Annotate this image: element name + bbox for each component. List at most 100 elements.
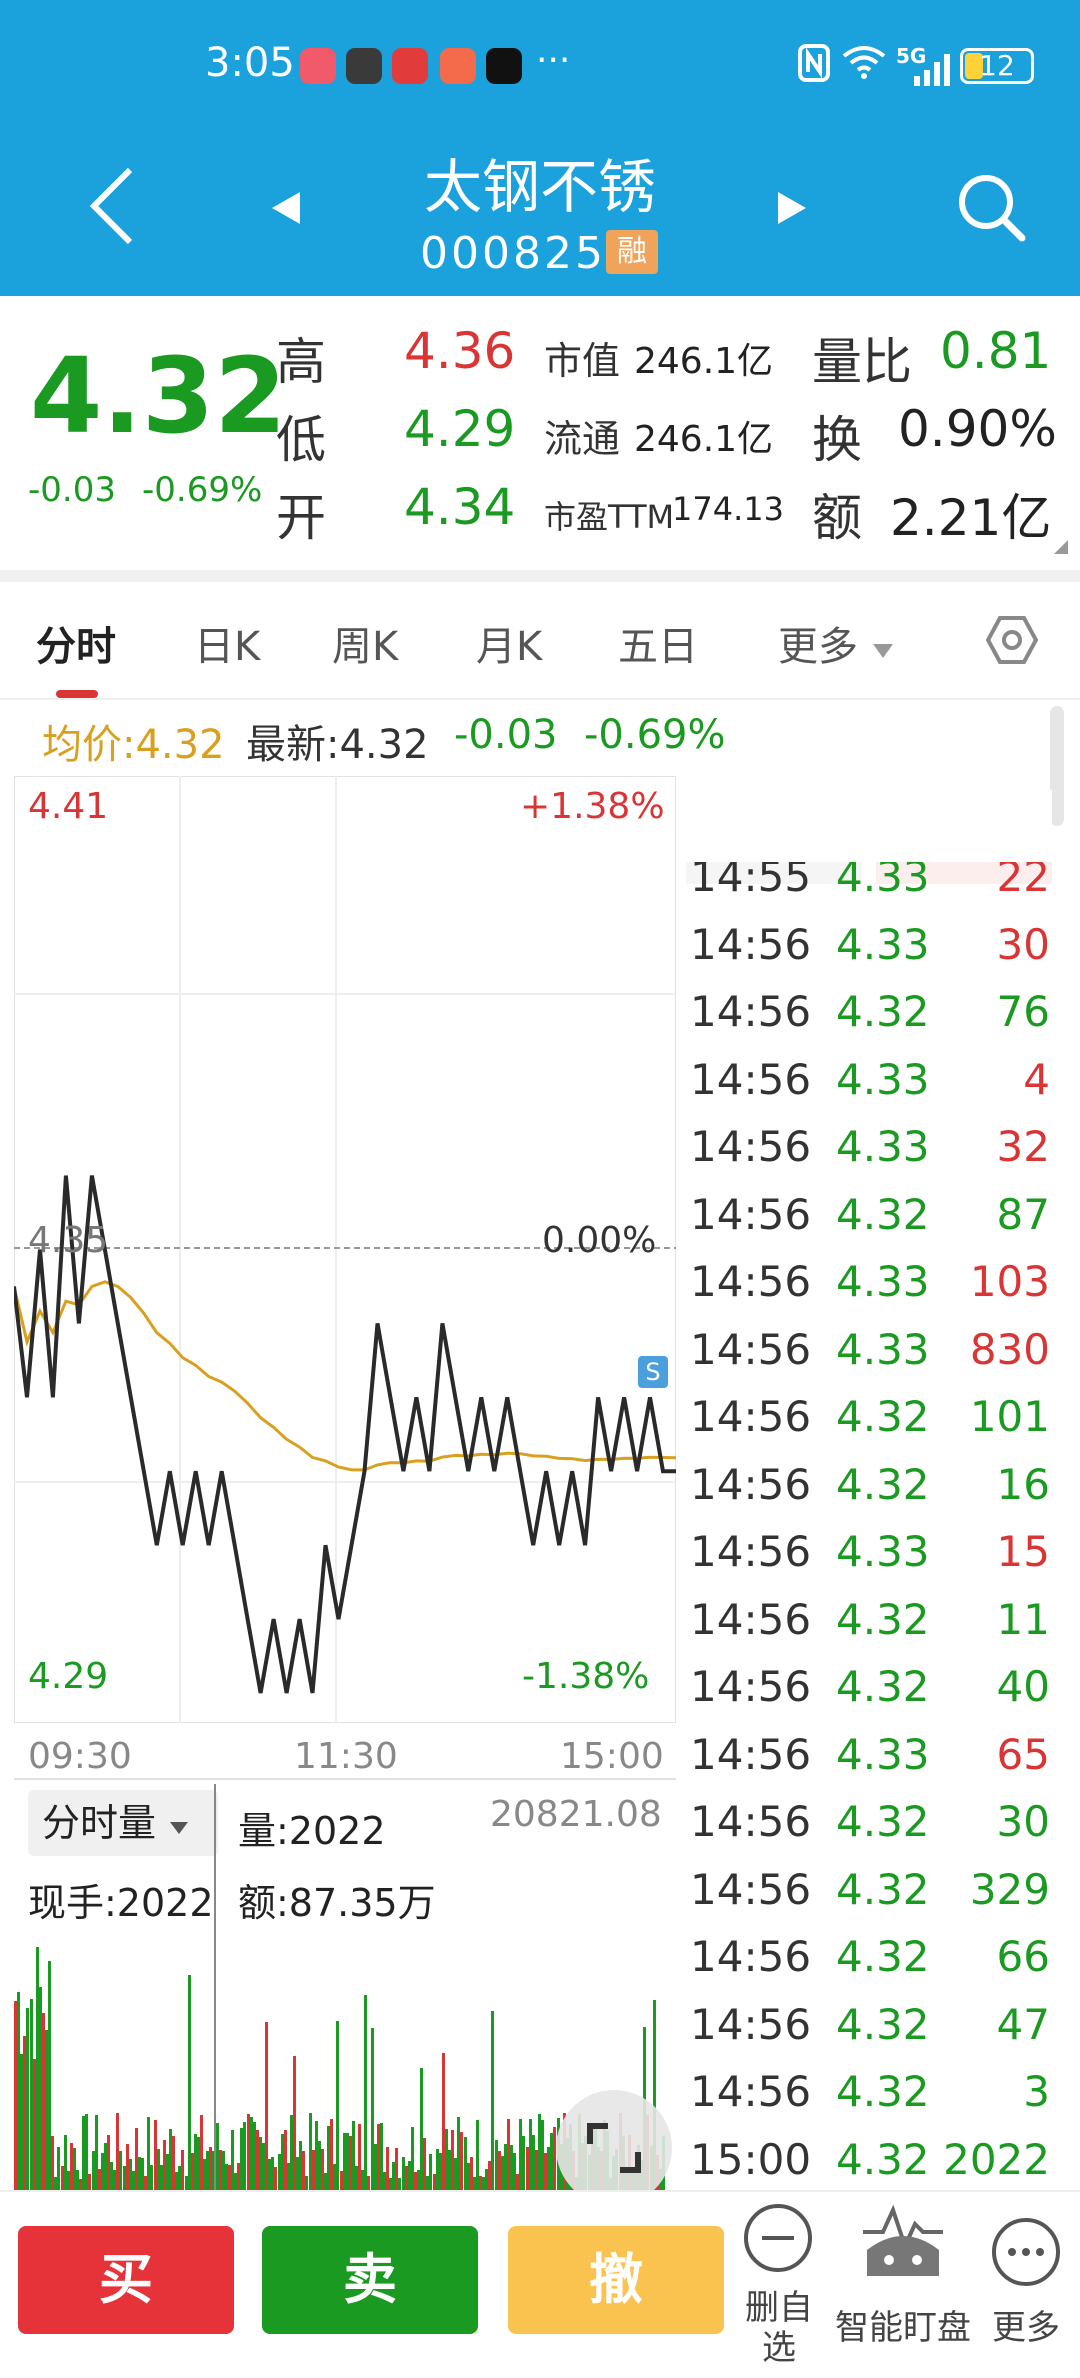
trade-volume: 40 xyxy=(996,1662,1050,1711)
trade-price: 4.32 xyxy=(836,1392,930,1441)
trade-time: 14:56 xyxy=(690,1054,812,1104)
trade-time: 14:56 xyxy=(690,1662,812,1711)
trade-time: 14:56 xyxy=(690,1189,812,1239)
sell-button[interactable]: 卖 xyxy=(262,2226,478,2334)
current-amount: 额:87.35万 xyxy=(238,1881,436,1925)
trade-detail-row: 14:56 4.33 103 xyxy=(690,1257,1050,1325)
trade-detail-row: 14:56 4.33 30 xyxy=(690,920,1050,988)
more-dots-icon xyxy=(992,2218,1060,2286)
trade-volume: 76 xyxy=(996,987,1050,1036)
trade-price: 4.32 xyxy=(836,1662,930,1711)
buy-button[interactable]: 买 xyxy=(18,2226,234,2334)
trade-volume: 11 xyxy=(996,1594,1050,1644)
volume-indicator-selector[interactable]: 分时量 xyxy=(28,1790,218,1856)
trade-detail-row: 14:56 4.33 15 xyxy=(690,1527,1050,1595)
trade-price: 4.32 xyxy=(836,1594,930,1644)
trade-price: 4.32 xyxy=(836,1864,930,1914)
trade-volume: 30 xyxy=(996,919,1050,969)
trade-detail-row: 14:56 4.32 16 xyxy=(690,1460,1050,1528)
remove-favorite-button[interactable]: 删自选 xyxy=(730,2202,828,2372)
trade-volume: 101 xyxy=(969,1392,1050,1441)
trade-price: 4.32 xyxy=(836,1932,930,1981)
trade-price: 4.33 xyxy=(836,1257,930,1306)
trade-time: 15:00 xyxy=(690,2134,812,2184)
trade-volume: 4 xyxy=(1023,1054,1050,1104)
trade-detail-row: 14:56 4.33 830 xyxy=(690,1325,1050,1393)
trade-detail-row: 14:56 4.32 30 xyxy=(690,1797,1050,1865)
trade-price: 4.33 xyxy=(836,1729,930,1779)
trade-price: 4.32 xyxy=(836,1189,930,1239)
trade-volume: 47 xyxy=(996,1999,1050,2049)
trade-time: 14:56 xyxy=(690,1729,812,1779)
trade-detail-list[interactable]: 14:55 4.33 22 14:56 4.33 30 14:56 4.32 76 14:56 4.… xyxy=(0,0,1080,2190)
trade-price: 4.33 xyxy=(836,1122,930,1171)
trade-detail-row: 14:56 4.32 76 xyxy=(690,987,1050,1055)
triangle-down-icon xyxy=(170,1822,189,1834)
remove-favorite-label: 删自选 xyxy=(745,2288,813,2368)
volume-bar xyxy=(364,1995,368,2190)
trade-detail-row: 14:56 4.32 47 xyxy=(690,2000,1050,2068)
trade-time: 14:56 xyxy=(690,1864,812,1914)
list-clip xyxy=(686,790,1052,862)
trade-time: 14:56 xyxy=(690,1122,812,1171)
trade-time: 14:56 xyxy=(690,1527,812,1576)
trade-time: 14:56 xyxy=(690,1257,812,1306)
trade-price: 4.32 xyxy=(836,1797,930,1846)
trade-time: 14:56 xyxy=(690,1392,812,1441)
trade-time: 14:56 xyxy=(690,919,812,969)
trade-detail-row: 14:56 4.32 66 xyxy=(690,1932,1050,2000)
minus-circle-icon xyxy=(744,2204,812,2272)
trade-volume: 830 xyxy=(969,1324,1050,1374)
trade-volume: 16 xyxy=(996,1459,1050,1509)
volume-max: 20821.08 xyxy=(490,1794,662,1835)
trade-price: 4.32 xyxy=(836,2067,930,2116)
trade-time: 14:56 xyxy=(690,987,812,1036)
trade-price: 4.33 xyxy=(836,1054,930,1104)
trade-time: 14:56 xyxy=(690,1932,812,1981)
robot-icon xyxy=(863,2204,943,2276)
trade-price: 4.32 xyxy=(836,2134,930,2184)
trade-detail-row: 14:56 4.32 87 xyxy=(690,1190,1050,1258)
trade-volume: 30 xyxy=(996,1797,1050,1846)
trade-price: 4.32 xyxy=(836,987,930,1036)
smart-monitor-button[interactable]: 智能盯盘 xyxy=(830,2202,976,2372)
trade-detail-row: 14:56 4.33 32 xyxy=(690,1122,1050,1190)
trade-detail-row: 14:56 4.32 101 xyxy=(690,1392,1050,1460)
more-button[interactable]: 更多 xyxy=(980,2202,1072,2372)
trade-price: 4.33 xyxy=(836,919,930,969)
trade-time: 14:56 xyxy=(690,1797,812,1846)
more-label: 更多 xyxy=(992,2308,1060,2348)
trade-time: 14:56 xyxy=(690,1459,812,1509)
trade-volume: 65 xyxy=(996,1729,1050,1779)
trade-detail-row: 14:56 4.33 65 xyxy=(690,1730,1050,1798)
trade-volume: 103 xyxy=(969,1257,1050,1306)
trade-detail-row: 14:55 4.33 22 xyxy=(690,852,1050,920)
trade-price: 4.33 xyxy=(836,1527,930,1576)
trade-volume: 329 xyxy=(969,1864,1050,1914)
trade-volume: 66 xyxy=(996,1932,1050,1981)
trade-time: 14:56 xyxy=(690,1324,812,1374)
trade-volume: 2022 xyxy=(943,2134,1050,2184)
volume-bar xyxy=(336,2021,340,2190)
trade-price: 4.32 xyxy=(836,1459,930,1509)
trade-price: 4.33 xyxy=(836,1324,930,1374)
cancel-order-button[interactable]: 撤 xyxy=(508,2226,724,2334)
smart-monitor-label: 智能盯盘 xyxy=(835,2308,971,2348)
trade-price: 4.32 xyxy=(836,1999,930,2049)
trade-time: 14:56 xyxy=(690,1594,812,1644)
trade-volume: 32 xyxy=(996,1122,1050,1171)
trade-detail-row: 14:56 4.32 329 xyxy=(690,1865,1050,1933)
volume-value: 量:2022 xyxy=(238,1809,386,1853)
trade-time: 14:56 xyxy=(690,1999,812,2049)
crosshair-line xyxy=(214,1784,216,2190)
fullscreen-button[interactable] xyxy=(556,2090,672,2206)
trade-volume: 87 xyxy=(996,1189,1050,1239)
volume-indicator-label: 分时量 xyxy=(42,1801,157,1845)
trade-time: 14:56 xyxy=(690,2067,812,2116)
trade-detail-row: 15:00 4.32 2022 xyxy=(690,2135,1050,2191)
trade-detail-row: 14:56 4.33 4 xyxy=(690,1055,1050,1123)
trade-detail-row: 14:56 4.32 40 xyxy=(690,1662,1050,1730)
divider xyxy=(14,1778,676,1780)
trade-detail-row: 14:56 4.32 3 xyxy=(690,2067,1050,2135)
trade-volume: 15 xyxy=(996,1527,1050,1576)
